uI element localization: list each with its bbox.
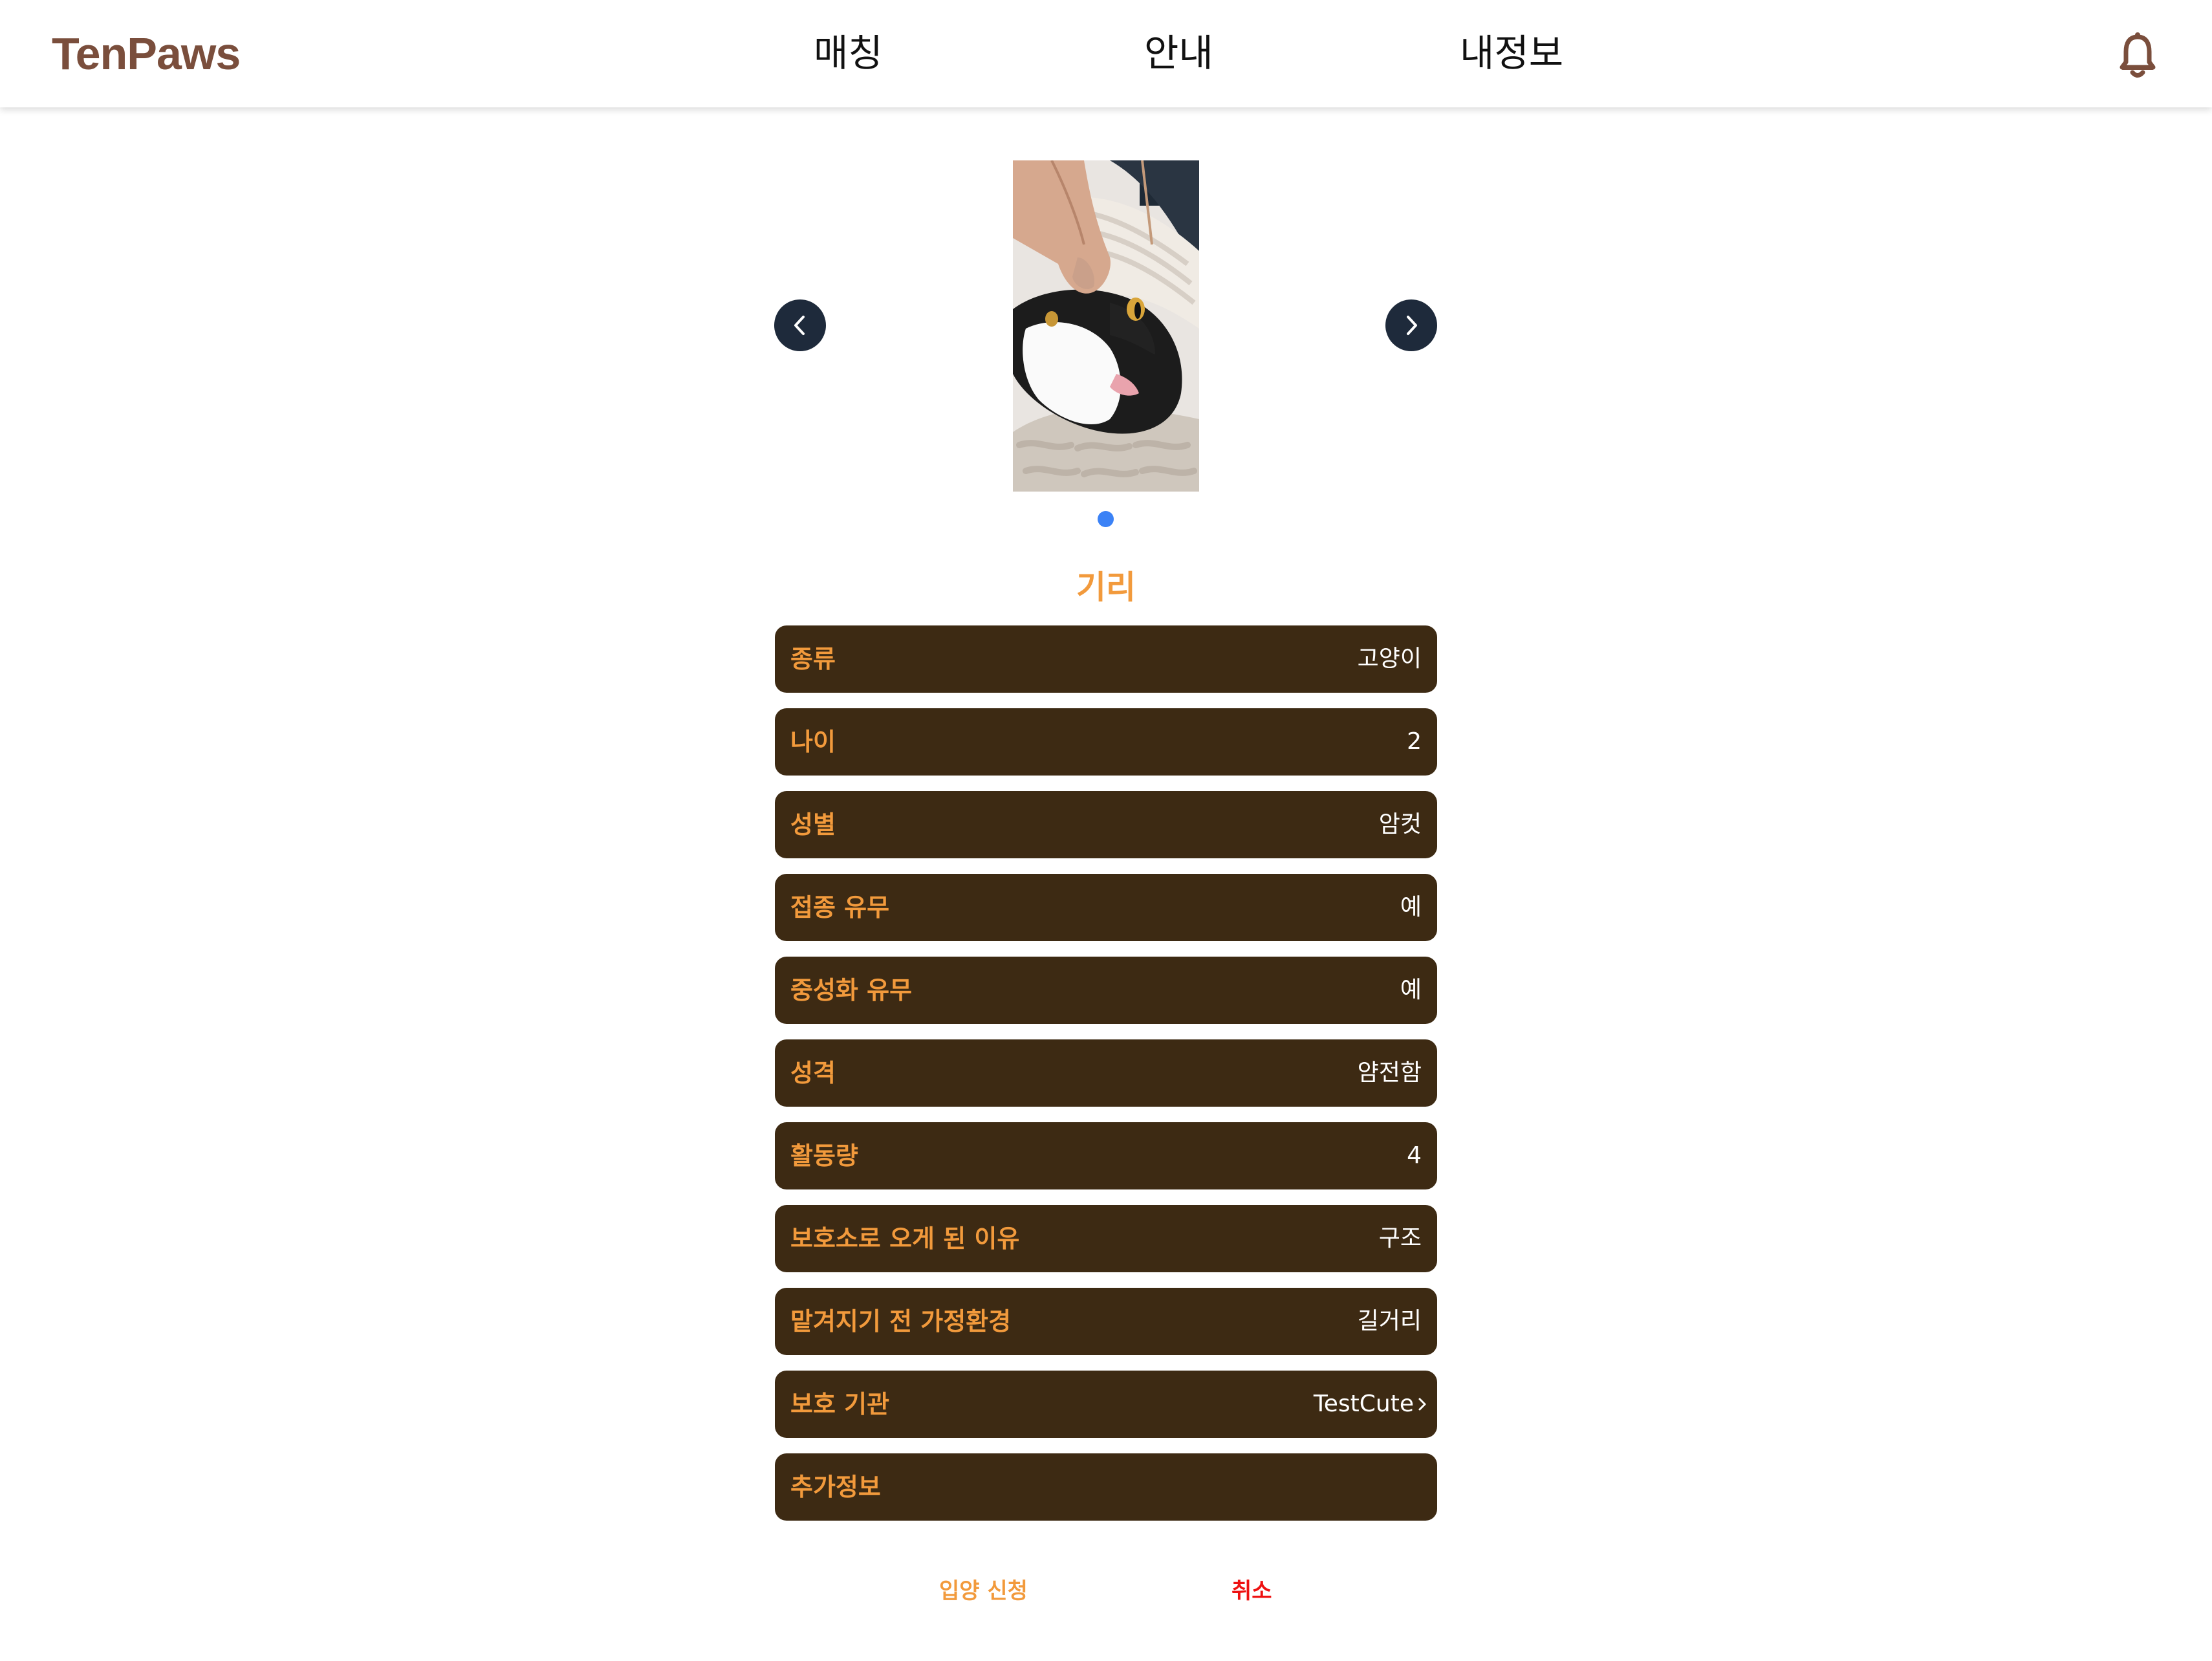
info-row-activity-level: 활동량 4 [775,1122,1437,1189]
info-value: 얌전함 [1357,1059,1422,1086]
info-label: 접종 유무 [790,893,890,922]
chevron-right-icon [1418,1398,1426,1411]
info-value: 예 [1400,977,1422,1003]
info-row-gender: 성별 암컷 [775,791,1437,858]
info-label: 활동량 [790,1142,858,1170]
carousel-prev-button[interactable] [774,299,826,351]
info-label: 종류 [790,645,836,673]
nav-my-info[interactable]: 내정보 [1460,22,1563,84]
info-row-shelter-link[interactable]: 보호 기관 TestCute [775,1371,1437,1438]
top-navigation-bar: TenPaws 매칭 안내 내정보 [0,0,2212,107]
info-label: 성별 [790,810,836,839]
nav-guide[interactable]: 안내 [1144,22,1213,84]
logo[interactable]: TenPaws [52,25,241,83]
info-label: 보호 기관 [790,1390,890,1418]
chevron-right-icon [1407,316,1417,335]
pet-info-list: 종류 고양이 나이 2 성별 암컷 접종 유무 예 중성화 유무 예 성격 얌전… [775,625,1437,1536]
nav-matching[interactable]: 매칭 [814,22,883,84]
info-label: 중성화 유무 [790,976,913,1004]
info-label: 나이 [790,728,836,756]
chevron-left-icon [794,316,805,335]
info-value: 4 [1407,1142,1422,1169]
info-row-personality: 성격 얌전함 [775,1039,1437,1107]
info-value: 고양이 [1357,646,1422,672]
carousel-dot[interactable] [1098,511,1114,527]
carousel-next-button[interactable] [1385,299,1437,351]
cancel-button[interactable]: 취소 [1231,1572,1272,1611]
apply-adoption-button[interactable]: 입양 신청 [939,1572,1028,1611]
info-value: 2 [1407,728,1422,755]
info-value: 암컷 [1378,811,1422,838]
shelter-name-link[interactable]: TestCute [1314,1371,1414,1438]
pet-photo [1013,160,1199,492]
info-value: 구조 [1378,1225,1422,1252]
bell-icon[interactable] [2115,28,2160,80]
info-label: 보호소로 오게 된 이유 [790,1224,1020,1253]
pet-name: 기리 [1076,569,1136,606]
info-row-additional-info: 추가정보 [775,1453,1437,1521]
info-row-previous-home: 맡겨지기 전 가정환경 길거리 [775,1288,1437,1355]
info-label: 성격 [790,1059,836,1087]
info-row-vaccinated: 접종 유무 예 [775,874,1437,941]
info-row-age: 나이 2 [775,708,1437,776]
info-value: 예 [1400,894,1422,920]
info-row-shelter-reason: 보호소로 오게 된 이유 구조 [775,1205,1437,1272]
info-label: 추가정보 [790,1473,881,1501]
info-row-species: 종류 고양이 [775,625,1437,693]
info-value: 길거리 [1357,1308,1422,1334]
info-row-neutered: 중성화 유무 예 [775,957,1437,1024]
info-label: 맡겨지기 전 가정환경 [790,1307,1012,1336]
